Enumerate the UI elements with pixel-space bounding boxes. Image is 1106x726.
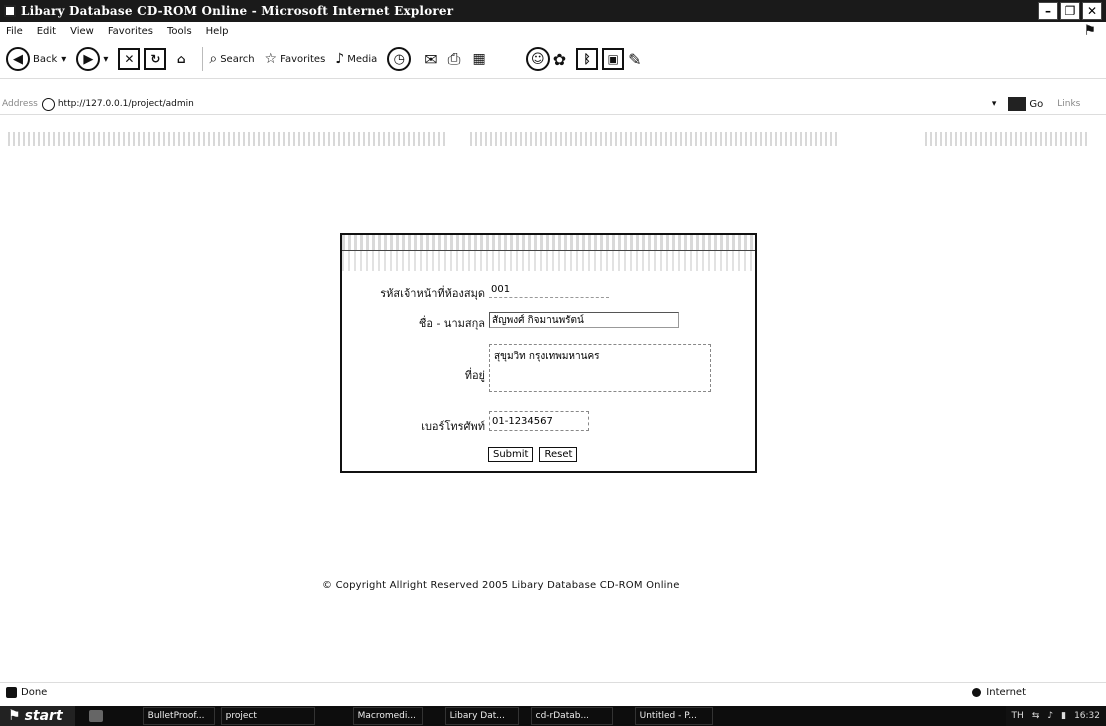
submit-button[interactable]: Submit bbox=[488, 447, 534, 462]
stop-icon[interactable]: ✕ bbox=[118, 48, 141, 70]
copyright-text: © Copyright Allright Reserved 2005 Libar… bbox=[322, 580, 680, 591]
browser-toolbar: ◀ Back ▾ ▶ ▾ ✕ ↻ ⌂ ⌕ Search ☆ Favorites … bbox=[0, 42, 1106, 76]
form-row-phone: เบอร์โทรศัพท์ bbox=[342, 411, 589, 435]
mail-icon[interactable]: ✉ bbox=[424, 50, 437, 69]
fullname-input[interactable] bbox=[489, 312, 679, 328]
toolbar-separator bbox=[202, 47, 204, 71]
quick-launch-icon[interactable] bbox=[88, 710, 103, 722]
ie-icon bbox=[4, 5, 16, 17]
menu-tools[interactable]: Tools bbox=[167, 26, 192, 37]
address-url[interactable]: http://127.0.0.1/project/admin bbox=[58, 99, 194, 109]
address-divider bbox=[0, 114, 1106, 115]
refresh-icon[interactable]: ↻ bbox=[144, 48, 167, 70]
form-row-id: รหัสเจ้าหน้าที่ห้องสมุด bbox=[342, 282, 609, 302]
history-icon[interactable]: ◷ bbox=[387, 47, 412, 71]
zone-label: Internet bbox=[986, 686, 1026, 698]
staff-id-label: รหัสเจ้าหน้าที่ห้องสมุด bbox=[380, 287, 485, 300]
menu-favorites[interactable]: Favorites bbox=[108, 26, 153, 37]
reset-button[interactable]: Reset bbox=[539, 447, 578, 462]
task-libary[interactable]: Libary Dat... bbox=[444, 707, 519, 725]
tools-icon[interactable]: ✎ bbox=[628, 50, 641, 69]
menu-file[interactable]: File bbox=[6, 26, 23, 37]
address-textarea[interactable]: สุขุมวิท กรุงเทพมหานคร bbox=[489, 344, 711, 392]
staff-id-input[interactable] bbox=[489, 282, 609, 298]
favorites-button[interactable]: ☆ Favorites bbox=[265, 51, 326, 67]
window-titlebar: Libary Database CD-ROM Online - Microsof… bbox=[0, 0, 1106, 22]
menu-view[interactable]: View bbox=[70, 26, 94, 37]
form-header bbox=[342, 235, 755, 251]
window-controls: – ❐ ✕ bbox=[1038, 2, 1102, 20]
star-icon: ☆ bbox=[264, 51, 278, 67]
chevron-down-icon: ▾ bbox=[61, 53, 67, 65]
close-icon[interactable]: ✕ bbox=[1082, 2, 1102, 20]
search-button[interactable]: ⌕ Search bbox=[209, 51, 254, 67]
status-divider bbox=[0, 682, 1106, 683]
status-bar: Done Internet bbox=[0, 684, 1106, 700]
task-project[interactable]: project bbox=[220, 707, 315, 725]
page-icon bbox=[41, 97, 55, 111]
page-banner bbox=[0, 128, 1106, 152]
security-zone: Internet bbox=[972, 687, 1026, 698]
tray-network-icon[interactable]: ⇆ bbox=[1032, 711, 1040, 721]
globe-icon bbox=[972, 687, 982, 697]
forward-arrow-icon: ▶ bbox=[76, 47, 101, 71]
address-field[interactable]: http://127.0.0.1/project/admin bbox=[41, 96, 992, 112]
search-icon: ⌕ bbox=[209, 51, 218, 67]
toolbar-divider bbox=[0, 78, 1106, 79]
links-button[interactable]: Links bbox=[1057, 99, 1080, 109]
address-bar: Address http://127.0.0.1/project/admin ▾… bbox=[0, 95, 1106, 113]
status-text: Done bbox=[21, 686, 48, 698]
address-label: Address bbox=[2, 99, 38, 109]
menu-edit[interactable]: Edit bbox=[37, 26, 56, 37]
media-icon: ♪ bbox=[335, 51, 345, 67]
task-cd-database[interactable]: cd-rDatab... bbox=[530, 707, 613, 725]
tray-flag-icon[interactable]: ▮ bbox=[1061, 711, 1066, 721]
form-buttons: Submit Reset bbox=[488, 447, 578, 462]
bluetooth-icon[interactable]: ᛒ bbox=[576, 48, 599, 70]
windows-flag-icon: ⚑ bbox=[1083, 23, 1096, 39]
phone-input[interactable] bbox=[489, 411, 589, 431]
clock: 16:32 bbox=[1074, 711, 1100, 721]
banner-graphic bbox=[925, 132, 1090, 146]
address-label: ที่อยู่ bbox=[464, 369, 485, 382]
chevron-down-icon: ▾ bbox=[103, 53, 109, 65]
form-row-name: ชื่อ - นามสกุล bbox=[342, 312, 679, 332]
banner-graphic bbox=[8, 132, 448, 146]
tray-volume-icon[interactable]: ♪ bbox=[1047, 711, 1053, 721]
forward-button[interactable]: ▶ ▾ bbox=[76, 47, 108, 71]
window-title: Libary Database CD-ROM Online - Microsof… bbox=[21, 4, 454, 18]
admin-form: รหัสเจ้าหน้าที่ห้องสมุด ชื่อ - นามสกุล ท… bbox=[340, 233, 757, 473]
home-icon[interactable]: ⌂ bbox=[170, 48, 192, 70]
start-button[interactable]: ⚑ start bbox=[0, 706, 75, 726]
discuss-icon[interactable]: ▣ bbox=[602, 48, 625, 70]
menu-help[interactable]: Help bbox=[206, 26, 229, 37]
banner-graphic bbox=[470, 132, 840, 146]
chevron-down-icon[interactable]: ▾ bbox=[992, 99, 997, 109]
back-arrow-icon: ◀ bbox=[6, 47, 30, 71]
phone-label: เบอร์โทรศัพท์ bbox=[421, 420, 485, 433]
go-button[interactable]: Go bbox=[1008, 97, 1043, 111]
minimize-icon[interactable]: – bbox=[1038, 2, 1058, 20]
fullname-label: ชื่อ - นามสกุล bbox=[418, 317, 485, 330]
form-subheader bbox=[342, 251, 755, 271]
go-arrow-icon bbox=[1008, 97, 1027, 111]
print-icon[interactable]: ⎙ bbox=[448, 49, 461, 69]
task-bulletproof[interactable]: BulletProof... bbox=[142, 707, 215, 725]
system-tray: TH ⇆ ♪ ▮ 16:32 bbox=[1005, 706, 1106, 726]
maximize-icon[interactable]: ❐ bbox=[1060, 2, 1080, 20]
windows-logo-icon: ⚑ bbox=[8, 708, 21, 724]
media-button[interactable]: ♪ Media bbox=[335, 51, 377, 67]
task-untitled[interactable]: Untitled - P... bbox=[634, 707, 713, 725]
back-button[interactable]: ◀ Back ▾ bbox=[6, 47, 66, 71]
page-done-icon bbox=[6, 686, 17, 698]
language-indicator[interactable]: TH bbox=[1012, 711, 1024, 721]
edit-icon[interactable]: ▦ bbox=[472, 51, 485, 67]
research-icon[interactable]: ✿ bbox=[553, 50, 566, 69]
form-row-address: ที่อยู่ สุขุมวิท กรุงเทพมหานคร bbox=[342, 344, 711, 392]
taskbar: ⚑ start BulletProof... project Macromedi… bbox=[0, 706, 1106, 726]
menu-bar: File Edit View Favorites Tools Help bbox=[0, 22, 1106, 40]
messenger-icon[interactable]: ☺ bbox=[525, 47, 550, 71]
task-macromedia[interactable]: Macromedi... bbox=[352, 707, 423, 725]
